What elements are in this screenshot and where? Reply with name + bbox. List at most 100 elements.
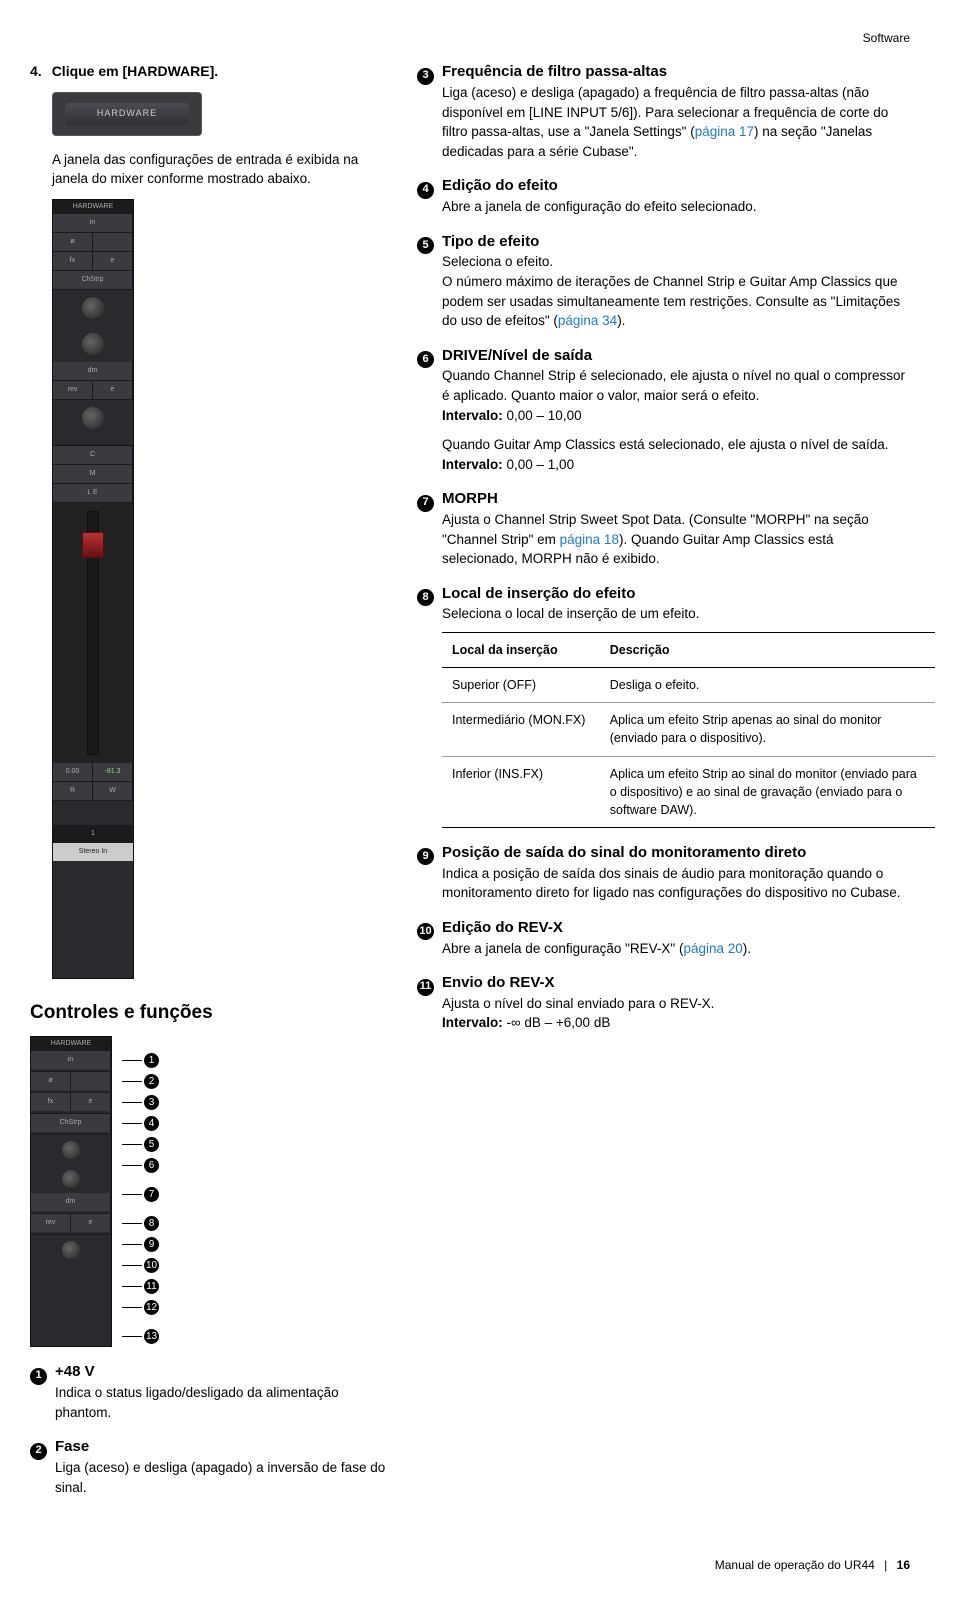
item-2-body: Liga (aceso) e desliga (apagado) a inver… [55, 1458, 387, 1497]
callout-13: 13 [144, 1329, 159, 1344]
mixer-channel-name: Stereo In [53, 843, 133, 861]
mixer-rev-button: rev [53, 381, 93, 399]
item-1-title: +48 V [55, 1361, 95, 1383]
ctl-morph-knob [62, 1170, 80, 1188]
callout-list: 1 2 3 4 5 6 7 8 9 10 11 12 13 [122, 1036, 159, 1347]
mixer-fader-cap [82, 532, 104, 558]
link-page-17[interactable]: página 17 [695, 124, 754, 139]
callout-9: 9 [144, 1237, 159, 1252]
callout-7: 7 [144, 1187, 159, 1202]
ctl-rev-e: e [71, 1214, 111, 1232]
mixer-in-button: in [53, 214, 133, 232]
callout-2: 2 [144, 1074, 159, 1089]
item-6-title: DRIVE/Nível de saída [442, 345, 592, 367]
table-row: Superior (OFF)Desliga o efeito. [442, 668, 935, 703]
ctl-dm: dm [31, 1193, 111, 1211]
item-7-title: MORPH [442, 488, 498, 510]
ctl-phase: ø [31, 1072, 71, 1090]
item-1-number: 1 [30, 1368, 47, 1385]
mixer-le-button: L E [53, 484, 133, 502]
mixer-value-right: -81.3 [93, 763, 133, 781]
item-2: 2 Fase Liga (aceso) e desliga (apagado) … [30, 1436, 387, 1497]
page-section: Software [30, 30, 910, 47]
controls-heading: Controles e funções [30, 999, 387, 1027]
item-8: 8 Local de inserção do efeito Seleciona … [417, 583, 910, 828]
mixer-revx-knob [82, 407, 104, 429]
callout-11: 11 [144, 1279, 159, 1294]
step-number: 4. [30, 61, 42, 81]
item-10-title: Edição do REV-X [442, 917, 563, 939]
item-10-body: Abre a janela de configuração "REV-X" (p… [442, 939, 910, 959]
item-7: 7 MORPH Ajusta o Channel Strip Sweet Spo… [417, 488, 910, 568]
item-11: 11 Envio do REV-X Ajusta o nível do sina… [417, 972, 910, 1033]
callout-4: 4 [144, 1116, 159, 1131]
left-column: 4. Clique em [HARDWARE]. HARDWARE A jane… [30, 61, 387, 1497]
link-page-20[interactable]: página 20 [683, 941, 742, 956]
table-header-description: Descrição [600, 633, 935, 668]
callout-1: 1 [144, 1053, 159, 1068]
mixer-drive-knob [82, 297, 104, 319]
table-row: Intermediário (MON.FX)Aplica um efeito S… [442, 703, 935, 756]
mixer-e-button: e [93, 252, 133, 270]
link-page-34[interactable]: página 34 [558, 313, 617, 328]
mixer-chstrp-button: ChStrp [53, 271, 133, 289]
item-5-title: Tipo de efeito [442, 231, 539, 253]
page-footer: Manual de operação do UR44 | 16 [30, 1557, 910, 1574]
table-row: Inferior (INS.FX)Aplica um efeito Strip … [442, 756, 935, 827]
mixer-phase-button: ø [53, 233, 93, 251]
item-7-number: 7 [417, 495, 434, 512]
ctl-e: e [71, 1093, 111, 1111]
item-5: 5 Tipo de efeito Seleciona o efeito. O n… [417, 231, 910, 331]
mixer-value-left: 0.00 [53, 763, 93, 781]
item-3-body: Liga (aceso) e desliga (apagado) a frequ… [442, 83, 910, 161]
ctl-fx: fx [31, 1093, 71, 1111]
item-11-number: 11 [417, 979, 434, 996]
mixer-dm-button: dm [53, 362, 133, 380]
item-10: 10 Edição do REV-X Abre a janela de conf… [417, 917, 910, 958]
item-8-intro: Seleciona o local de inserção de um efei… [442, 604, 910, 624]
link-page-18[interactable]: página 18 [560, 532, 619, 547]
item-10-number: 10 [417, 923, 434, 940]
hardware-button-label: HARDWARE [65, 103, 189, 125]
callout-12: 12 [144, 1300, 159, 1315]
item-11-body: Ajusta o nível do sinal enviado para o R… [442, 994, 910, 1033]
mixer-panel-figure: HARDWARE in ø fxe ChStrp dm reve C M L E… [52, 199, 134, 979]
item-2-title: Fase [55, 1436, 89, 1458]
ctl-chstrp: ChStrp [31, 1114, 111, 1132]
item-8-number: 8 [417, 589, 434, 606]
step-title: Clique em [HARDWARE]. [52, 61, 218, 81]
item-8-title: Local de inserção do efeito [442, 583, 635, 605]
mixer-w-button: W [93, 782, 133, 800]
item-6-number: 6 [417, 351, 434, 368]
item-3-number: 3 [417, 68, 434, 85]
step-note: A janela das configurações de entrada é … [52, 150, 387, 189]
item-4: 4 Edição do efeito Abre a janela de conf… [417, 175, 910, 216]
item-6: 6 DRIVE/Nível de saída Quando Channel St… [417, 345, 910, 475]
item-6-body: Quando Channel Strip é selecionado, ele … [442, 366, 910, 474]
callout-8: 8 [144, 1216, 159, 1231]
ctl-in: in [31, 1051, 111, 1069]
mixer-r-button: R [53, 782, 93, 800]
item-9: 9 Posição de saída do sinal do monitoram… [417, 842, 910, 903]
item-1: 1 +48 V Indica o status ligado/desligado… [30, 1361, 387, 1422]
right-column: 3 Frequência de filtro passa-altas Liga … [417, 61, 910, 1497]
mixer-m-button: M [53, 465, 133, 483]
callout-10: 10 [144, 1258, 159, 1273]
mixer-rev-e-button: e [93, 381, 133, 399]
insertion-table: Local da inserção Descrição Superior (OF… [442, 632, 935, 828]
mixer-panel-title: HARDWARE [53, 200, 133, 214]
item-9-number: 9 [417, 848, 434, 865]
item-2-number: 2 [30, 1443, 47, 1460]
mixer-morph-knob [82, 333, 104, 355]
mixer-c-button: C [53, 446, 133, 464]
callout-6: 6 [144, 1158, 159, 1173]
item-1-body: Indica o status ligado/desligado da alim… [55, 1383, 387, 1422]
item-3-title: Frequência de filtro passa-altas [442, 61, 667, 83]
callout-5: 5 [144, 1137, 159, 1152]
mixer-fx-button: fx [53, 252, 93, 270]
item-11-title: Envio do REV-X [442, 972, 555, 994]
item-7-body: Ajusta o Channel Strip Sweet Spot Data. … [442, 510, 910, 569]
ctl-rev: rev [31, 1214, 71, 1232]
item-5-number: 5 [417, 237, 434, 254]
item-5-body: Seleciona o efeito. O número máximo de i… [442, 252, 910, 330]
